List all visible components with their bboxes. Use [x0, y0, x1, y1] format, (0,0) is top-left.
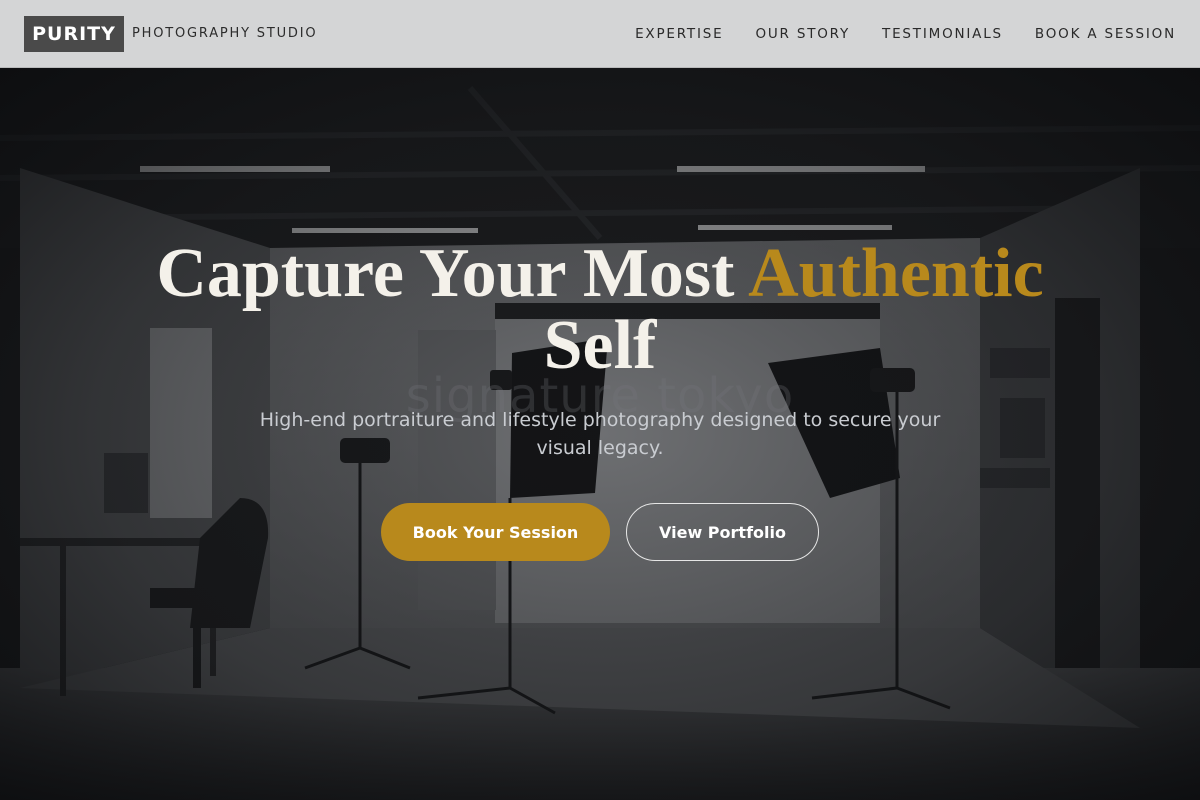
logo[interactable]: PURITY: [24, 15, 124, 52]
site-header: PURITY PHOTOGRAPHY STUDIO EXPERTISE OUR …: [0, 0, 1200, 68]
nav-link-book-a-session[interactable]: BOOK A SESSION: [1035, 26, 1176, 42]
view-portfolio-button[interactable]: View Portfolio: [626, 503, 819, 561]
hero-subtitle: High-end portraiture and lifestyle photo…: [259, 409, 941, 459]
headline-main: Capture Your Most: [156, 235, 749, 312]
hero-section: signature tokyo Capture Your Most Authen…: [0, 68, 1200, 800]
main-nav: EXPERTISE OUR STORY TESTIMONIALS BOOK A …: [603, 26, 1176, 42]
headline-end: Self: [543, 307, 657, 384]
nav-link-our-story[interactable]: OUR STORY: [755, 26, 850, 42]
logo-tagline: PHOTOGRAPHY STUDIO: [132, 26, 318, 41]
nav-link-testimonials[interactable]: TESTIMONIALS: [882, 26, 1003, 42]
book-your-session-button[interactable]: Book Your Session: [381, 503, 610, 561]
headline-accent: Authentic: [748, 235, 1044, 312]
hero-headline: Capture Your Most Authentic Self: [0, 238, 1200, 382]
nav-link-expertise[interactable]: EXPERTISE: [635, 26, 723, 42]
